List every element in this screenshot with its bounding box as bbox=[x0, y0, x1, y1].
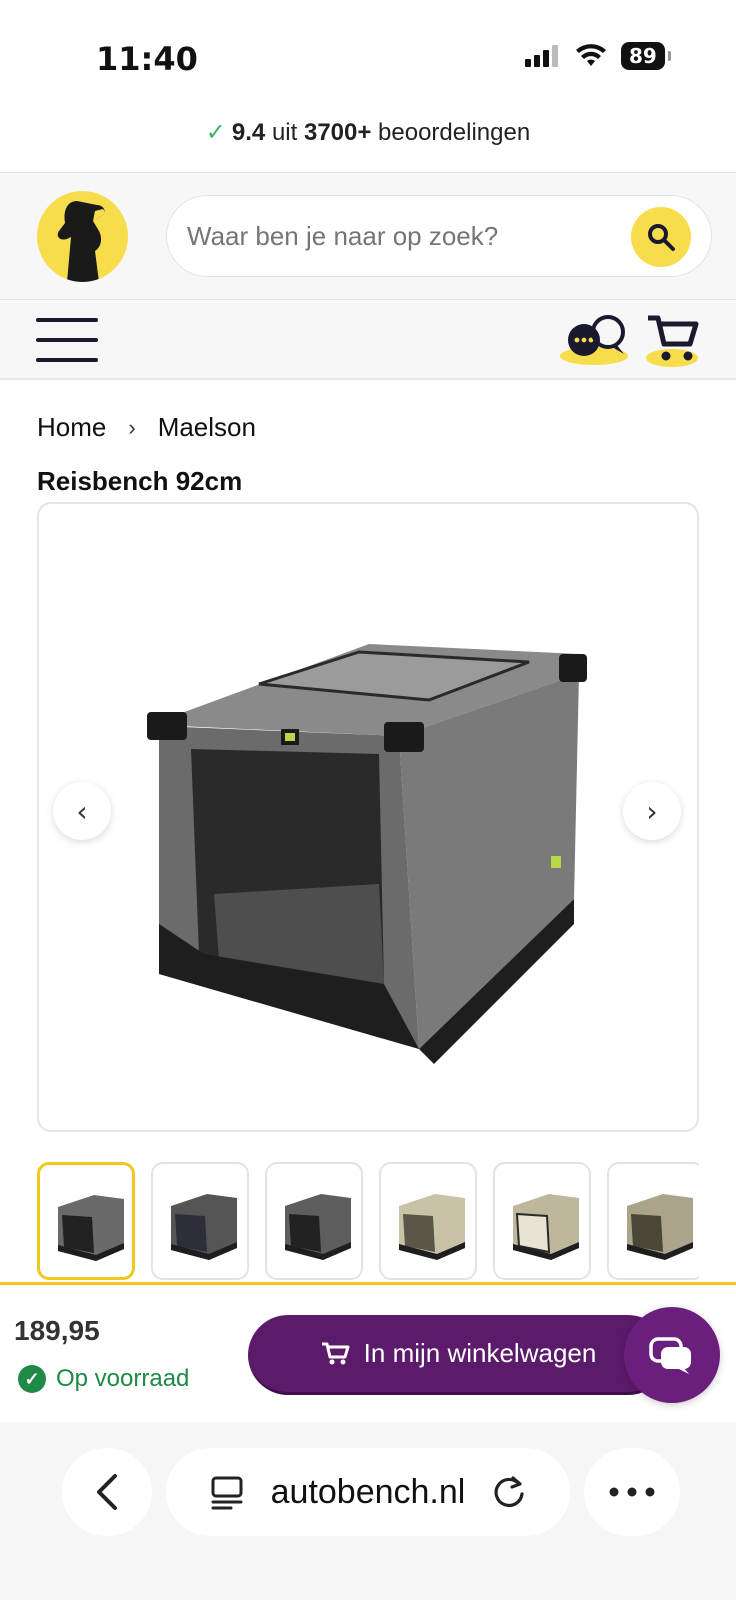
browser-toolbar: autobench.nl bbox=[0, 1422, 736, 1600]
rating-middle: uit bbox=[265, 119, 304, 146]
menu-line bbox=[36, 358, 98, 362]
reader-icon bbox=[211, 1476, 243, 1510]
status-icons: 89 bbox=[525, 42, 671, 70]
site-logo[interactable] bbox=[37, 191, 128, 282]
browser-url: autobench.nl bbox=[270, 1472, 466, 1511]
battery-indicator: 89 bbox=[621, 42, 671, 70]
product-image bbox=[147, 644, 587, 1064]
thumbnail-1[interactable] bbox=[37, 1162, 135, 1280]
reload-icon[interactable] bbox=[491, 1474, 527, 1510]
chat-bubbles-icon bbox=[649, 1337, 691, 1374]
thumbnail-image bbox=[171, 1194, 237, 1260]
thumbnail-image bbox=[285, 1194, 351, 1260]
dog-logo-icon bbox=[57, 201, 105, 282]
gallery-next-button[interactable]: › bbox=[623, 782, 681, 840]
browser-more-button[interactable] bbox=[584, 1448, 680, 1536]
stock-status: ✓ Op voorraad bbox=[18, 1365, 189, 1393]
nav-bar bbox=[0, 300, 736, 380]
thumbnail-image bbox=[399, 1194, 465, 1260]
breadcrumb-brand[interactable]: Maelson bbox=[158, 412, 256, 443]
thumbnail-strip bbox=[37, 1162, 699, 1282]
site-header bbox=[0, 172, 736, 300]
rating-banner: ✓ 9.4 uit 3700+ beoordelingen bbox=[0, 118, 736, 147]
chevron-left-icon bbox=[97, 1474, 117, 1510]
breadcrumb: Home › Maelson bbox=[37, 412, 256, 443]
rating-suffix: beoordelingen bbox=[371, 119, 531, 146]
thumbnail-2[interactable] bbox=[151, 1162, 249, 1280]
add-to-cart-button[interactable]: In mijn winkelwagen bbox=[248, 1315, 668, 1395]
search-bar bbox=[166, 195, 712, 277]
stock-label: Op voorraad bbox=[56, 1365, 190, 1392]
menu-button[interactable] bbox=[36, 318, 98, 362]
menu-line bbox=[36, 318, 98, 322]
product-price: 189,95 bbox=[14, 1315, 100, 1346]
thumbnail-4[interactable] bbox=[379, 1162, 477, 1280]
cart-icon[interactable] bbox=[644, 312, 700, 368]
thumbnail-3[interactable] bbox=[265, 1162, 363, 1280]
thumbnail-6[interactable] bbox=[607, 1162, 699, 1280]
breadcrumb-home[interactable]: Home bbox=[37, 412, 106, 443]
purchase-bar: 189,95 ✓ Op voorraad In mijn winkelwagen bbox=[0, 1282, 736, 1422]
product-title: Reisbench 92cm bbox=[37, 466, 243, 496]
chevron-right-icon: › bbox=[128, 414, 136, 440]
thumbnail-image bbox=[513, 1194, 579, 1260]
wifi-icon bbox=[576, 44, 606, 66]
status-bar: 11:40 89 bbox=[0, 0, 736, 110]
rating-score: 9.4 bbox=[231, 119, 266, 146]
gallery-prev-button[interactable]: ‹ bbox=[53, 782, 111, 840]
more-dots-icon bbox=[609, 1487, 655, 1497]
add-to-cart-label: In mijn winkelwagen bbox=[363, 1338, 597, 1368]
thumbnail-5[interactable] bbox=[493, 1162, 591, 1280]
browser-back-button[interactable] bbox=[62, 1448, 152, 1536]
cart-icon bbox=[321, 1342, 350, 1364]
check-circle-icon: ✓ bbox=[18, 1365, 46, 1393]
rating-count: 3700+ bbox=[303, 119, 372, 146]
product-image-gallery: ‹ › bbox=[37, 502, 699, 1132]
thumbnail-image bbox=[627, 1194, 693, 1260]
chat-widget-button[interactable] bbox=[624, 1307, 720, 1403]
checkmark-icon: ✓ bbox=[205, 119, 226, 146]
thumbnail-image bbox=[58, 1195, 124, 1261]
chat-icon[interactable] bbox=[558, 314, 632, 366]
search-icon bbox=[648, 224, 675, 251]
status-time: 11:40 bbox=[96, 40, 198, 78]
signal-icon bbox=[525, 45, 558, 67]
search-button[interactable] bbox=[631, 207, 691, 267]
search-input[interactable] bbox=[187, 216, 607, 256]
menu-line bbox=[36, 338, 98, 342]
browser-address-bar[interactable]: autobench.nl bbox=[166, 1448, 570, 1536]
